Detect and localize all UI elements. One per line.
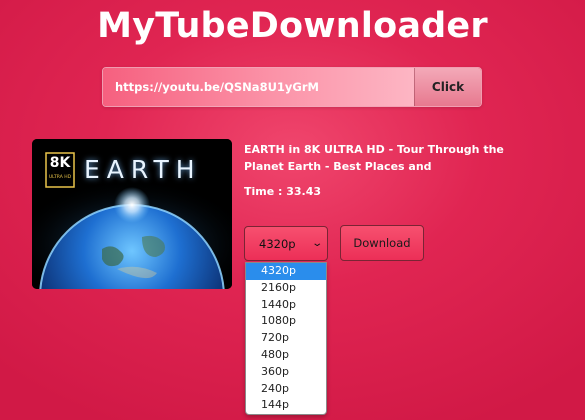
quality-dropdown: 4320p 2160p 1440p 1080p 720p 480p 360p 2… (245, 262, 327, 415)
quality-option[interactable]: 1080p (246, 313, 326, 330)
quality-select[interactable]: 4320p ⌄ (244, 226, 328, 261)
url-input[interactable] (103, 68, 414, 106)
download-button[interactable]: Download (340, 225, 424, 261)
quality-option[interactable]: 4320p (246, 263, 326, 280)
video-title: EARTH in 8K ULTRA HD - Tour Through the … (244, 143, 504, 173)
quality-option[interactable]: 360p (246, 364, 326, 381)
quality-option[interactable]: 240p (246, 381, 326, 398)
video-thumbnail: 8K ULTRA HD EARTH (32, 139, 232, 289)
video-time: Time : 33.43 (244, 185, 322, 198)
quality-option[interactable]: 720p (246, 330, 326, 347)
click-button[interactable]: Click (414, 68, 481, 106)
app-title: MyTubeDownloader (97, 6, 488, 46)
quality-option[interactable]: 2160p (246, 280, 326, 297)
quality-selected-value: 4320p (259, 236, 296, 251)
quality-option[interactable]: 144p (246, 397, 326, 414)
url-bar: Click (102, 67, 482, 107)
thumbnail-badge-sub: ULTRA HD (48, 175, 72, 180)
quality-option[interactable]: 480p (246, 347, 326, 364)
thumbnail-badge: 8K (49, 155, 71, 171)
chevron-down-icon: ⌄ (310, 238, 323, 249)
thumbnail-word: EARTH (84, 155, 202, 184)
quality-option[interactable]: 1440p (246, 297, 326, 314)
